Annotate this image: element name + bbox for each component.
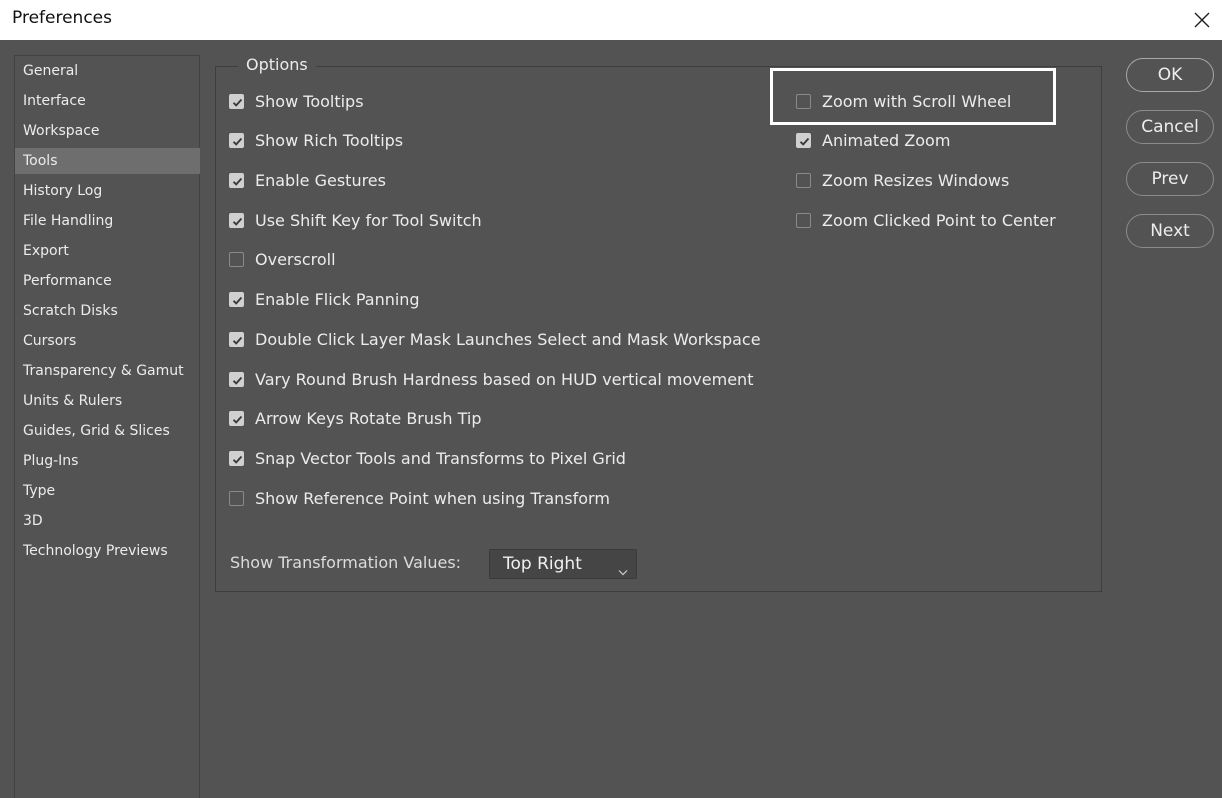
- checkbox-checked-icon[interactable]: [229, 93, 244, 109]
- preferences-sidebar: General Interface Workspace Tools Histor…: [14, 55, 200, 798]
- sidebar-item-interface[interactable]: Interface: [15, 88, 200, 114]
- checkbox-enable-flick-panning[interactable]: Enable Flick Panning: [229, 288, 420, 310]
- checkbox-label: Show Reference Point when using Transfor…: [255, 488, 610, 508]
- sidebar-item-file-handling[interactable]: File Handling: [15, 208, 200, 234]
- sidebar-item-units-rulers[interactable]: Units & Rulers: [15, 388, 200, 414]
- checkbox-animated-zoom[interactable]: Animated Zoom: [796, 129, 950, 151]
- sidebar-item-technology-previews[interactable]: Technology Previews: [15, 538, 200, 564]
- sidebar-item-performance[interactable]: Performance: [15, 268, 200, 294]
- checkbox-checked-icon[interactable]: [229, 212, 244, 228]
- cancel-button[interactable]: Cancel: [1126, 110, 1214, 144]
- checkbox-unchecked-icon[interactable]: [796, 93, 811, 109]
- checkbox-label: Vary Round Brush Hardness based on HUD v…: [255, 369, 754, 389]
- transformation-values-select[interactable]: Top Right: [489, 549, 637, 579]
- checkbox-label: Show Rich Tooltips: [255, 130, 404, 150]
- checkbox-checked-icon[interactable]: [229, 450, 244, 466]
- checkbox-label: Show Tooltips: [255, 91, 364, 111]
- chevron-down-icon: [618, 561, 628, 580]
- close-icon[interactable]: [1188, 6, 1216, 34]
- next-button[interactable]: Next: [1126, 214, 1214, 248]
- checkbox-label: Animated Zoom: [822, 130, 951, 150]
- checkbox-checked-icon[interactable]: [229, 172, 244, 188]
- checkbox-checked-icon[interactable]: [796, 132, 811, 148]
- checkbox-checked-icon[interactable]: [229, 291, 244, 307]
- checkbox-checked-icon[interactable]: [229, 371, 244, 387]
- checkbox-label: Zoom Clicked Point to Center: [822, 210, 1056, 230]
- title-bar: Preferences: [0, 0, 1222, 40]
- checkbox-vary-round-brush[interactable]: Vary Round Brush Hardness based on HUD v…: [229, 368, 753, 390]
- checkbox-label: Snap Vector Tools and Transforms to Pixe…: [255, 448, 626, 468]
- sidebar-item-plug-ins[interactable]: Plug-Ins: [15, 448, 200, 474]
- checkbox-unchecked-icon[interactable]: [229, 490, 244, 506]
- checkbox-zoom-with-scroll-wheel[interactable]: Zoom with Scroll Wheel: [796, 90, 1011, 112]
- sidebar-item-export[interactable]: Export: [15, 238, 200, 264]
- checkbox-enable-gestures[interactable]: Enable Gestures: [229, 169, 386, 191]
- checkbox-show-rich-tooltips[interactable]: Show Rich Tooltips: [229, 129, 403, 151]
- checkbox-snap-vector-tools[interactable]: Snap Vector Tools and Transforms to Pixe…: [229, 447, 626, 469]
- checkbox-zoom-resizes-windows[interactable]: Zoom Resizes Windows: [796, 169, 1009, 191]
- checkbox-double-click-layer-mask[interactable]: Double Click Layer Mask Launches Select …: [229, 328, 761, 350]
- checkbox-overscroll[interactable]: Overscroll: [229, 248, 336, 270]
- checkbox-unchecked-icon[interactable]: [796, 212, 811, 228]
- transformation-values-selected: Top Right: [503, 554, 582, 574]
- sidebar-item-scratch-disks[interactable]: Scratch Disks: [15, 298, 200, 324]
- checkbox-label: Zoom with Scroll Wheel: [822, 91, 1012, 111]
- checkbox-show-reference-point[interactable]: Show Reference Point when using Transfor…: [229, 487, 610, 509]
- sidebar-item-tools[interactable]: Tools: [15, 148, 200, 174]
- sidebar-item-workspace[interactable]: Workspace: [15, 118, 200, 144]
- checkbox-unchecked-icon[interactable]: [229, 251, 244, 267]
- checkbox-label: Overscroll: [255, 249, 336, 269]
- sidebar-item-transparency-gamut[interactable]: Transparency & Gamut: [15, 358, 200, 384]
- ok-button[interactable]: OK: [1126, 58, 1214, 92]
- sidebar-item-cursors[interactable]: Cursors: [15, 328, 200, 354]
- window-title: Preferences: [12, 8, 112, 28]
- checkbox-label: Enable Gestures: [255, 170, 386, 190]
- checkbox-label: Use Shift Key for Tool Switch: [255, 210, 482, 230]
- checkbox-use-shift-key[interactable]: Use Shift Key for Tool Switch: [229, 209, 482, 231]
- sidebar-item-guides-grid-slices[interactable]: Guides, Grid & Slices: [15, 418, 200, 444]
- checkbox-label: Double Click Layer Mask Launches Select …: [255, 329, 761, 349]
- checkbox-label: Enable Flick Panning: [255, 289, 420, 309]
- checkbox-unchecked-icon[interactable]: [796, 172, 811, 188]
- transformation-values-label: Show Transformation Values:: [230, 553, 462, 572]
- checkbox-arrow-keys-rotate[interactable]: Arrow Keys Rotate Brush Tip: [229, 407, 481, 429]
- checkbox-label: Arrow Keys Rotate Brush Tip: [255, 408, 482, 428]
- checkbox-checked-icon[interactable]: [229, 331, 244, 347]
- checkbox-zoom-clicked-point-to-center[interactable]: Zoom Clicked Point to Center: [796, 209, 1056, 231]
- checkbox-show-tooltips[interactable]: Show Tooltips: [229, 90, 364, 112]
- prev-button[interactable]: Prev: [1126, 162, 1214, 196]
- sidebar-item-3d[interactable]: 3D: [15, 508, 200, 534]
- options-legend: Options: [238, 55, 316, 74]
- sidebar-item-history-log[interactable]: History Log: [15, 178, 200, 204]
- checkbox-checked-icon[interactable]: [229, 410, 244, 426]
- checkbox-label: Zoom Resizes Windows: [822, 170, 1010, 190]
- sidebar-item-type[interactable]: Type: [15, 478, 200, 504]
- checkbox-checked-icon[interactable]: [229, 132, 244, 148]
- sidebar-item-general[interactable]: General: [15, 58, 200, 84]
